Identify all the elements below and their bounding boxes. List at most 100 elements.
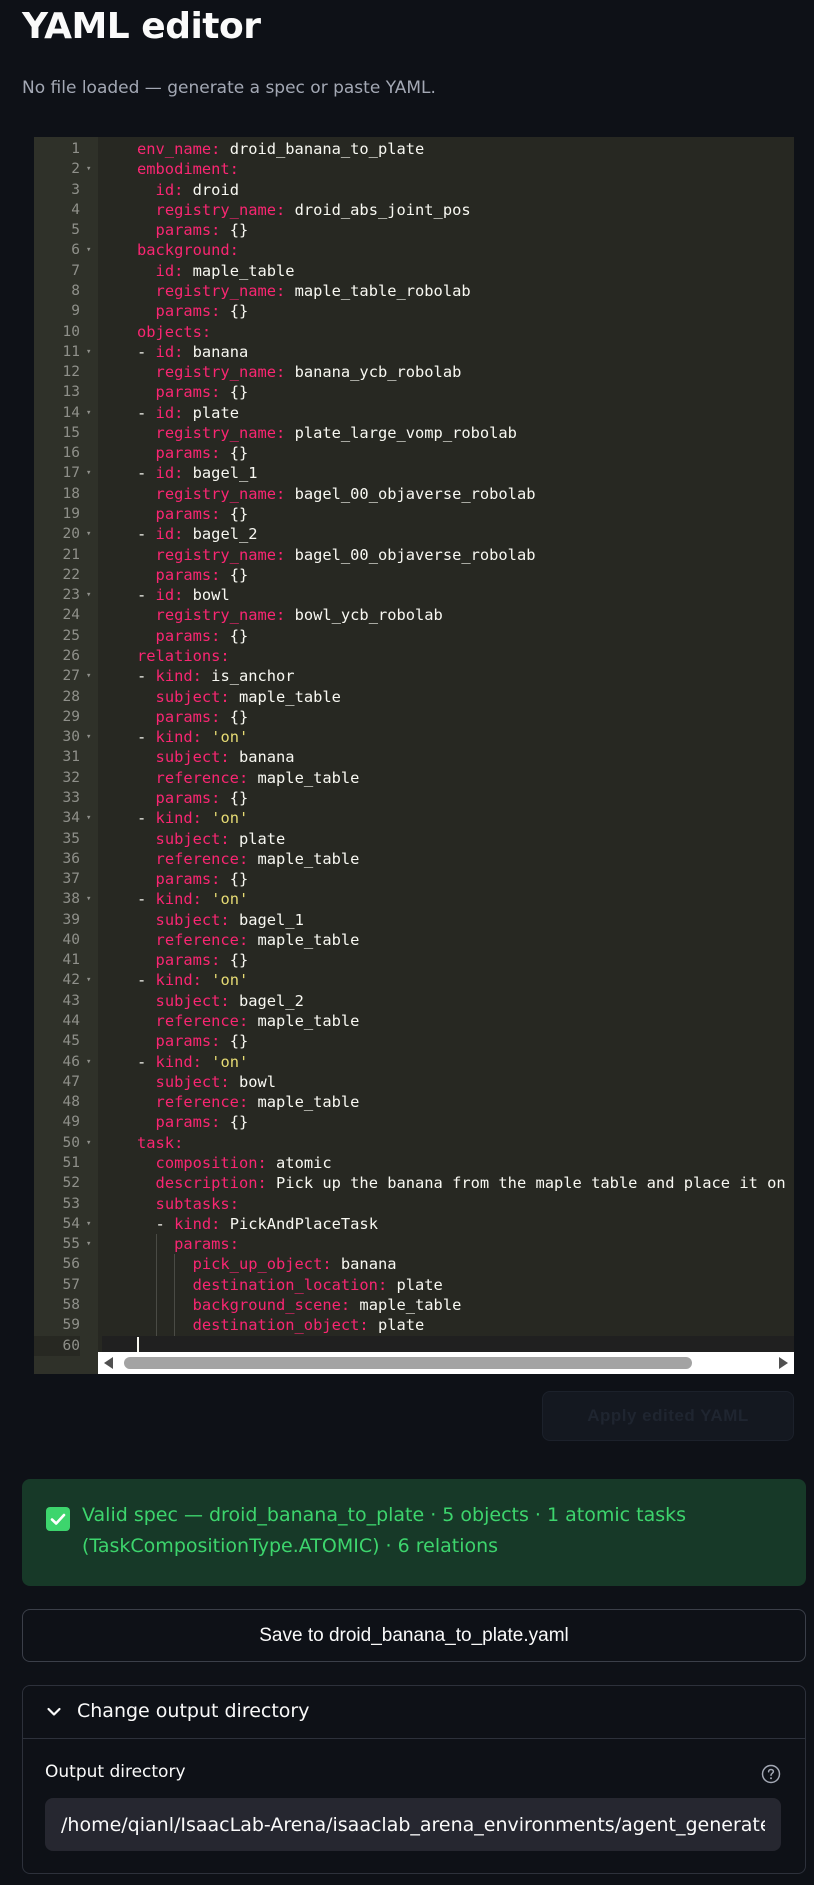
code-line[interactable]: 27 ▾ - kind: is_anchor [34, 666, 794, 686]
code-line[interactable]: 23 ▾ - id: bowl [34, 585, 794, 605]
code-text[interactable]: params: {} [102, 950, 794, 970]
fold-toggle-icon[interactable]: ▾ [86, 1052, 96, 1072]
code-text[interactable]: registry_name: bagel_00_objaverse_robola… [102, 484, 794, 504]
code-line[interactable]: 43 subject: bagel_2 [34, 991, 794, 1011]
code-line[interactable]: 29 params: {} [34, 707, 794, 727]
fold-toggle-icon[interactable]: ▾ [86, 585, 96, 605]
fold-toggle-icon[interactable]: ▾ [86, 463, 96, 483]
help-question-icon[interactable] [761, 1764, 781, 1784]
code-line[interactable]: 46 ▾ - kind: 'on' [34, 1052, 794, 1072]
code-text[interactable]: params: [102, 1234, 794, 1255]
code-line[interactable]: 37 params: {} [34, 869, 794, 889]
code-line[interactable]: 2 ▾ embodiment: [34, 159, 794, 179]
code-line[interactable]: 1 env_name: droid_banana_to_plate [34, 139, 794, 159]
code-line[interactable]: 15 registry_name: plate_large_vomp_robol… [34, 423, 794, 443]
code-line[interactable]: 18 registry_name: bagel_00_objaverse_rob… [34, 484, 794, 504]
code-text[interactable]: params: {} [102, 707, 794, 727]
code-line[interactable]: 5 params: {} [34, 220, 794, 240]
code-line[interactable]: 35 subject: plate [34, 829, 794, 849]
code-line[interactable]: 25 params: {} [34, 626, 794, 646]
code-text[interactable]: - id: bagel_1 [102, 463, 794, 483]
code-line[interactable]: 56 pick_up_object: banana [34, 1254, 794, 1275]
fold-toggle-icon[interactable]: ▾ [86, 403, 96, 423]
code-text[interactable]: - id: plate [102, 403, 794, 423]
fold-toggle-icon[interactable]: ▾ [86, 808, 96, 828]
code-line[interactable]: 6 ▾ background: [34, 240, 794, 260]
code-text[interactable]: params: {} [102, 626, 794, 646]
code-line[interactable]: 22 params: {} [34, 565, 794, 585]
expander-header[interactable]: Change output directory [23, 1686, 805, 1739]
code-line[interactable]: 34 ▾ - kind: 'on' [34, 808, 794, 828]
code-line[interactable]: 28 subject: maple_table [34, 687, 794, 707]
code-line[interactable]: 30 ▾ - kind: 'on' [34, 727, 794, 747]
code-text[interactable]: - id: bowl [102, 585, 794, 605]
fold-toggle-icon[interactable]: ▾ [86, 1133, 96, 1153]
fold-toggle-icon[interactable]: ▾ [86, 1234, 96, 1254]
code-line[interactable]: 38 ▾ - kind: 'on' [34, 889, 794, 909]
code-text[interactable]: params: {} [102, 1031, 794, 1051]
code-text[interactable]: reference: maple_table [102, 1092, 794, 1112]
code-line[interactable]: 47 subject: bowl [34, 1072, 794, 1092]
code-line[interactable]: 19 params: {} [34, 504, 794, 524]
code-text[interactable]: registry_name: bowl_ycb_robolab [102, 605, 794, 625]
code-line[interactable]: 7 id: maple_table [34, 261, 794, 281]
code-text[interactable]: subject: bagel_2 [102, 991, 794, 1011]
code-text[interactable]: relations: [102, 646, 794, 666]
code-line[interactable]: 55 ▾ params: [34, 1234, 794, 1255]
code-text[interactable]: - kind: 'on' [102, 889, 794, 909]
code-text[interactable]: - kind: 'on' [102, 970, 794, 990]
code-text[interactable]: env_name: droid_banana_to_plate [102, 139, 794, 159]
fold-toggle-icon[interactable]: ▾ [86, 727, 96, 747]
code-line[interactable]: 21 registry_name: bagel_00_objaverse_rob… [34, 545, 794, 565]
code-line[interactable]: 36 reference: maple_table [34, 849, 794, 869]
code-line[interactable]: 26 relations: [34, 646, 794, 666]
fold-toggle-icon[interactable]: ▾ [86, 240, 96, 260]
code-text[interactable]: subject: plate [102, 829, 794, 849]
yaml-code-editor[interactable]: 1 env_name: droid_banana_to_plate 2 ▾ embodi… [34, 137, 794, 1374]
fold-toggle-icon[interactable]: ▾ [86, 1214, 96, 1234]
code-text[interactable]: registry_name: banana_ycb_robolab [102, 362, 794, 382]
code-line[interactable]: 50 ▾ task: [34, 1133, 794, 1153]
code-text[interactable]: id: droid [102, 180, 794, 200]
fold-toggle-icon[interactable]: ▾ [86, 889, 96, 909]
code-line[interactable]: 42 ▾ - kind: 'on' [34, 970, 794, 990]
code-text[interactable]: background: [102, 240, 794, 260]
scrollbar-thumb[interactable] [124, 1357, 692, 1369]
editor-horizontal-scrollbar[interactable] [98, 1352, 794, 1374]
code-text[interactable]: params: {} [102, 301, 794, 321]
output-directory-input[interactable] [45, 1798, 781, 1851]
code-text[interactable]: id: maple_table [102, 261, 794, 281]
code-line[interactable]: 10 objects: [34, 322, 794, 342]
code-text[interactable]: objects: [102, 322, 794, 342]
code-line[interactable]: 13 params: {} [34, 382, 794, 402]
code-text[interactable]: registry_name: plate_large_vomp_robolab [102, 423, 794, 443]
code-text[interactable]: params: {} [102, 869, 794, 889]
code-text[interactable]: params: {} [102, 220, 794, 240]
code-text[interactable]: subject: maple_table [102, 687, 794, 707]
code-text[interactable]: subject: banana [102, 747, 794, 767]
code-text[interactable]: - kind: is_anchor [102, 666, 794, 686]
scroll-left-arrow-icon[interactable] [104, 1357, 113, 1369]
fold-toggle-icon[interactable]: ▾ [86, 524, 96, 544]
code-line[interactable]: 9 params: {} [34, 301, 794, 321]
code-line[interactable]: 51 composition: atomic [34, 1153, 794, 1173]
code-text[interactable]: - kind: PickAndPlaceTask [102, 1214, 794, 1234]
code-text[interactable]: registry_name: maple_table_robolab [102, 281, 794, 301]
code-text[interactable]: params: {} [102, 382, 794, 402]
code-line[interactable]: 57 destination_location: plate [34, 1274, 794, 1295]
code-text[interactable]: - id: banana [102, 342, 794, 362]
fold-toggle-icon[interactable]: ▾ [86, 970, 96, 990]
code-text[interactable]: params: {} [102, 443, 794, 463]
code-text[interactable]: - kind: 'on' [102, 727, 794, 747]
code-text[interactable]: reference: maple_table [102, 1011, 794, 1031]
code-line[interactable]: 24 registry_name: bowl_ycb_robolab [34, 605, 794, 625]
code-text[interactable]: params: {} [102, 504, 794, 524]
code-line[interactable]: 4 registry_name: droid_abs_joint_pos [34, 200, 794, 220]
code-text[interactable]: registry_name: droid_abs_joint_pos [102, 200, 794, 220]
code-text[interactable]: registry_name: bagel_00_objaverse_robola… [102, 545, 794, 565]
code-line[interactable]: 17 ▾ - id: bagel_1 [34, 463, 794, 483]
code-text[interactable]: destination_object: plate [102, 1315, 794, 1336]
code-text[interactable]: background_scene: maple_table [102, 1294, 794, 1316]
code-text[interactable]: - id: bagel_2 [102, 524, 794, 544]
code-text[interactable]: composition: atomic [102, 1153, 794, 1173]
